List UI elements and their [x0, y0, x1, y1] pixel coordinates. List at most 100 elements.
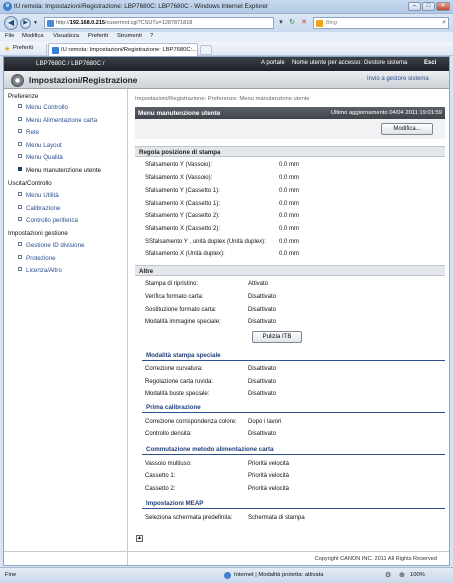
zoom-icon[interactable]: ⊕: [399, 571, 405, 579]
modify-button[interactable]: Modifica...: [381, 123, 433, 135]
stop-icon[interactable]: ✕: [299, 18, 309, 28]
ie-logo-icon: e: [3, 2, 12, 11]
status-bar: Fine Internet | Modalità protetta: attiv…: [0, 567, 453, 583]
back-button[interactable]: ◀: [4, 16, 18, 30]
row-label: SSfalsamento Y , unità duplex (Unità dup…: [145, 239, 266, 245]
bullet-icon: [18, 104, 22, 109]
favorites-star-icon[interactable]: ★: [4, 45, 10, 53]
clean-itb-button[interactable]: Pulizia ITB: [252, 331, 302, 343]
row-value: 0.0 mm: [279, 213, 300, 219]
browser-tab[interactable]: IU remota: Impostazioni/Registrazione: L…: [48, 43, 198, 56]
protected-mode-icon[interactable]: ⚙: [385, 571, 391, 579]
row-label: Sostituzione formato carta:: [145, 307, 217, 313]
maximize-button[interactable]: □: [422, 2, 435, 11]
logout-link[interactable]: Esci: [424, 60, 436, 66]
sidebar-item-alimentazione-carta[interactable]: Menu Alimentazione carta: [18, 117, 97, 124]
search-icon[interactable]: ⌕: [442, 19, 446, 27]
sidebar-item-calibrazione[interactable]: Calibrazione: [18, 205, 60, 212]
row-value: Disattivato: [248, 431, 277, 437]
row-value: 0.0 mm: [279, 226, 300, 232]
back-to-top-icon[interactable]: ▲: [136, 535, 143, 542]
sidebar-item-menu-controllo[interactable]: Menu Controllo: [18, 104, 68, 111]
history-dropdown-icon[interactable]: ▼: [33, 20, 38, 26]
settings-gear-icon: [11, 74, 24, 87]
sidebar-item-controllo-periferica[interactable]: Controllo periferica: [18, 217, 78, 224]
bullet-icon: [18, 129, 22, 134]
sidebar-item-menu-qualita[interactable]: Menu Qualità: [18, 154, 63, 161]
row-label: Correzione corrispondenza colore:: [145, 419, 237, 425]
row-label: Sfalsamento X (Unità duplex):: [145, 251, 225, 257]
page-icon: [47, 20, 54, 27]
row-label: Sfalsamento Y (Cassetto 1):: [145, 188, 220, 194]
sidebar-item-menu-utilita[interactable]: Menu Utilità: [18, 192, 59, 199]
address-bar: ◀ ▶ ▼ http://192.168.0.215/cusermnt.cgi?…: [0, 14, 453, 32]
search-placeholder: Bing: [326, 20, 338, 26]
new-tab-button[interactable]: [200, 45, 212, 55]
row-value: 0.0 mm: [279, 201, 300, 207]
menu-help[interactable]: ?: [150, 33, 153, 39]
sidebar-item-protezione[interactable]: Protezione: [18, 255, 56, 262]
panel-header: Menu manutenzione utente Ultimo aggiorna…: [135, 107, 445, 119]
row-value: Disattivato: [248, 391, 277, 397]
url-dropdown-icon[interactable]: ▾: [276, 18, 286, 28]
sidebar-group-uscita-controllo: Uscita/Controllo: [8, 180, 52, 187]
row-label: Cassetto 1:: [145, 473, 176, 479]
refresh-icon[interactable]: ↻: [287, 18, 297, 28]
sidebar: Preferenze Menu Controllo Menu Alimentaz…: [4, 89, 128, 565]
zoom-level[interactable]: 100%: [410, 572, 425, 578]
row-value: 0.0 mm: [279, 162, 300, 168]
row-value: Disattivato: [248, 307, 277, 313]
row-label: Controllo densità:: [145, 431, 192, 437]
portal-link[interactable]: A portale: [261, 60, 285, 66]
menu-visualizza[interactable]: Visualizza: [53, 33, 79, 39]
bullet-active-icon: [18, 167, 22, 172]
row-value: Schermata di stampa: [248, 515, 305, 521]
bullet-icon: [18, 117, 22, 122]
row-label: Sfalsamento X (Cassetto 2):: [145, 226, 221, 232]
sidebar-item-rete[interactable]: Rete: [18, 129, 39, 136]
tab-title: IU remota: Impostazioni/Registrazione: L…: [61, 47, 197, 53]
sidebar-item-licenza[interactable]: Licenza/Altro: [18, 267, 62, 274]
row-label: Correzione curvatura:: [145, 366, 203, 372]
favorites-button[interactable]: Preferiti: [13, 45, 33, 51]
page-viewport: LBP7680C / LBP7680C / A portale Nome ute…: [3, 56, 450, 566]
subsection-modalita-stampa: Modalità stampa speciale: [142, 351, 445, 361]
sidebar-item-menu-layout[interactable]: Menu Layout: [18, 142, 62, 149]
title-bar: e IU remota: Impostazioni/Registrazione:…: [0, 0, 453, 14]
row-value: Priorità velocità: [248, 461, 290, 467]
menu-file[interactable]: File: [5, 33, 14, 39]
row-value: 0.0 mm: [279, 251, 300, 257]
row-value: 0.0 mm: [279, 239, 300, 245]
close-window-button[interactable]: ✕: [436, 2, 450, 11]
search-input[interactable]: Bing ⌕: [313, 17, 449, 29]
printer-model: LBP7680C / LBP7680C /: [36, 60, 105, 67]
sidebar-group-preferenze: Preferenze: [8, 93, 39, 100]
minimize-button[interactable]: –: [408, 2, 421, 11]
menu-strumenti[interactable]: Strumenti: [117, 33, 142, 39]
tab-page-icon: [52, 47, 59, 54]
row-value: Dopo i lavori: [248, 419, 282, 425]
bullet-icon: [18, 217, 22, 222]
bing-icon: [316, 20, 323, 27]
row-label: Seleziona schermata predefinita:: [145, 515, 233, 521]
menu-modifica[interactable]: Modifica: [22, 33, 44, 39]
send-to-admin-link[interactable]: Invio a gestore sistema: [367, 76, 429, 82]
row-value: Priorità velocità: [248, 486, 290, 492]
menu-preferiti[interactable]: Preferiti: [88, 33, 108, 39]
row-label: Modalità immagine speciale:: [145, 319, 221, 325]
window-title: IU remota: Impostazioni/Registrazione: L…: [14, 3, 269, 10]
panel-toolbar: Modifica...: [135, 119, 445, 139]
favorites-bar: ★ Preferiti IU remota: Impostazioni/Regi…: [0, 42, 453, 56]
bullet-icon: [18, 267, 22, 272]
sidebar-item-manutenzione-utente[interactable]: Menu manutenzione utente: [18, 167, 101, 174]
bullet-icon: [18, 205, 22, 210]
url-input[interactable]: http://192.168.0.215/cusermnt.cgi?CSUTu=…: [44, 17, 274, 29]
login-user: Nome utente per accesso: Gestore sistema: [292, 60, 408, 66]
sidebar-item-gestione-id[interactable]: Gestione ID divisione: [18, 242, 84, 249]
row-label: Vassoio multiuso:: [145, 461, 192, 467]
row-value: 0.0 mm: [279, 188, 300, 194]
row-label: Sfalsamento Y (Cassetto 2):: [145, 213, 220, 219]
row-value: 0.0 mm: [279, 175, 300, 181]
menu-bar: File Modifica Visualizza Preferiti Strum…: [0, 32, 453, 42]
forward-button[interactable]: ▶: [20, 18, 31, 29]
